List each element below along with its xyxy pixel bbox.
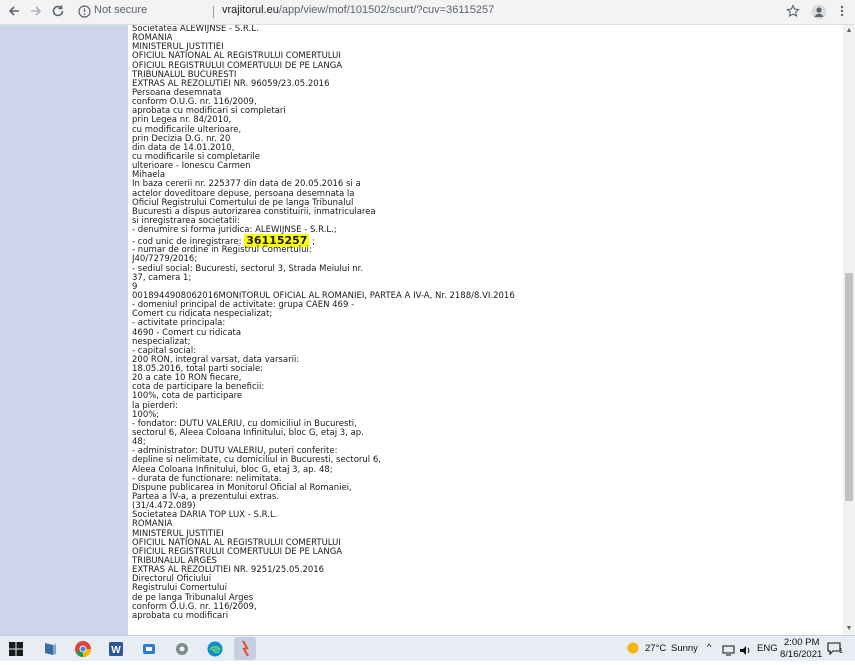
text-line: Directorul Oficiului	[132, 574, 212, 585]
url-host: vrajitorul.eu	[222, 4, 279, 16]
browser-toolbar: Not secure vrajitorul.eu/app/view/mof/10…	[0, 0, 855, 25]
text-line: EXTRAS AL REZOLUTIEI NR. 96059/23.05.201…	[132, 78, 330, 89]
weather-temp[interactable]: 27°C	[645, 643, 666, 654]
text-line: la pierderi:	[132, 400, 178, 411]
text-line: Societatea DARIA TOP LUX - S.R.L.	[132, 510, 278, 521]
text-line: OFICIUL REGISTRULUI COMERTULUI DE PE LAN…	[132, 546, 343, 557]
weather-sun-icon[interactable]	[626, 641, 640, 660]
text-line: 4690 - Comert cu ridicata	[132, 327, 242, 338]
network-icon[interactable]	[722, 643, 735, 661]
forward-icon[interactable]	[28, 4, 44, 20]
scrollbar-thumb[interactable]	[845, 273, 853, 501]
divider	[213, 6, 214, 18]
chrome-icon[interactable]	[73, 639, 93, 659]
text-line: Comert cu ridicata nespecializat;	[132, 309, 273, 320]
url-path: /app/view/mof/101502/scurt/?cuv=36115257	[278, 4, 495, 16]
not-secure-label: Not secure	[94, 4, 148, 16]
clock-date[interactable]: 8/16/2021	[780, 649, 822, 660]
text-line: ulterioare - Ionescu Carmen	[132, 161, 251, 172]
warning-icon[interactable]	[78, 5, 91, 23]
text-line: EXTRAS AL REZOLUTIEI NR. 9251/25.05.2016	[132, 565, 325, 576]
weather-desc[interactable]: Sunny	[671, 643, 698, 654]
tool-icon[interactable]	[172, 639, 192, 659]
scroll-down-icon[interactable]: ▼	[843, 624, 855, 634]
text-line: ROMANIA	[132, 519, 173, 530]
url-text[interactable]: vrajitorul.eu/app/view/mof/101502/scurt/…	[222, 4, 494, 16]
text-line: Societatea ALEWIJNSE - S.R.L.	[132, 25, 259, 34]
text-line: sectorul 6, Aleea Coloana Infinitului, b…	[132, 428, 364, 439]
text-line: cu modificarile ulterioare,	[132, 124, 242, 135]
text-line: prin Decizia D.G. nr. 20	[132, 133, 231, 144]
text-line: OFICIUL REGISTRULUI COMERTULUI DE PE LAN…	[132, 60, 343, 71]
back-icon[interactable]	[6, 4, 22, 20]
text-line: 37, camera 1;	[132, 272, 192, 283]
word-icon[interactable]: W	[106, 639, 126, 659]
app-icon[interactable]	[139, 639, 159, 659]
text-line: ROMANIA	[132, 33, 173, 44]
text-line: - numar de ordine in Registrul Comertulu…	[132, 245, 312, 256]
start-icon[interactable]	[6, 639, 26, 659]
taskview-icon[interactable]	[40, 639, 60, 659]
document-text: Societatea ALEWIJNSE - S.R.L. ROMANIA MI…	[132, 25, 842, 635]
edge-icon[interactable]	[205, 639, 225, 659]
text-line: 100%, cota de participare	[132, 391, 243, 402]
text-line: - sediul social: Bucuresti, sectorul 3, …	[132, 263, 364, 274]
text-line: aprobata cu modificari	[132, 610, 229, 621]
star-icon[interactable]	[785, 4, 801, 20]
text-line: aprobata cu modificari si completari	[132, 106, 286, 117]
address-bar[interactable]: Not secure vrajitorul.eu/app/view/mof/10…	[68, 3, 808, 21]
chevron-up-icon[interactable]: ^	[707, 642, 711, 653]
scroll-up-icon[interactable]: ▲	[843, 26, 855, 36]
text-line: - denumire si forma juridica: ALEWIJNSE …	[132, 225, 337, 236]
volume-icon[interactable]	[739, 643, 751, 661]
profile-icon[interactable]	[811, 4, 827, 20]
text-line: Partea a IV-a, a prezentului extras.	[132, 492, 280, 503]
language-indicator[interactable]: ENG	[757, 643, 778, 654]
menu-icon[interactable]	[834, 4, 850, 20]
svg-text:W: W	[111, 645, 121, 656]
reload-icon[interactable]	[50, 4, 66, 20]
left-sidebar-panel	[0, 25, 128, 635]
notification-count: 1	[839, 648, 843, 655]
active-app-icon[interactable]	[234, 637, 256, 660]
text-line: conform O.U.G. nr. 116/2009,	[132, 601, 257, 612]
clock-time[interactable]: 2:00 PM	[784, 637, 819, 648]
windows-taskbar: W 27°C Sunny ^ ENG 2:00 PM 8/16/2021 1	[0, 635, 855, 661]
text-line: nespecializat;	[132, 336, 191, 347]
